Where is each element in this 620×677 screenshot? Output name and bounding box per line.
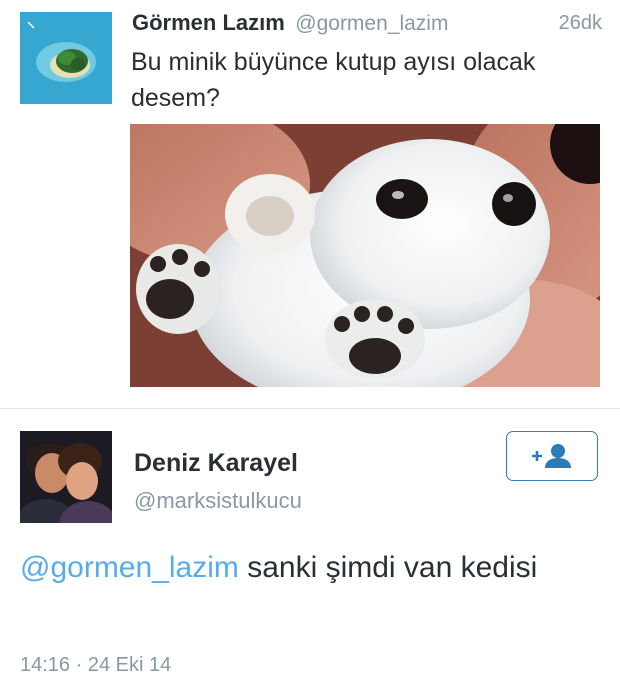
tweet-original: Görmen Lazım @gormen_lazim 26dk Bu minik…	[0, 0, 620, 408]
tweet-text: Bu minik büyünce kutup ayısı olacak dese…	[131, 48, 536, 112]
user-handle[interactable]: @gormen_lazim	[295, 12, 448, 35]
reply-body: sanki şimdi van kedisi	[238, 551, 538, 584]
polar-bear-cub-photo	[130, 124, 600, 387]
add-user-icon	[532, 444, 571, 468]
tweet-photo[interactable]	[130, 124, 600, 387]
island-avatar-image	[20, 12, 112, 104]
tweet-timestamp[interactable]: 14:16 · 24 Eki 14	[20, 654, 171, 677]
profile-avatar-couple[interactable]	[20, 431, 112, 523]
display-name[interactable]: Deniz Karayel	[134, 449, 298, 478]
tweet-time[interactable]: 26dk	[559, 12, 602, 35]
profile-avatar-island[interactable]	[20, 12, 112, 104]
tweet-header: Görmen Lazım @gormen_lazim 26dk	[132, 10, 602, 38]
couple-avatar-image	[20, 431, 112, 523]
display-name[interactable]: Görmen Lazım	[132, 10, 285, 35]
reply-text: @gormen_lazim sanki şimdi van kedisi	[20, 546, 600, 590]
user-handle[interactable]: @marksistulkucu	[134, 488, 302, 514]
tweet-reply: Deniz Karayel @marksistulkucu @gormen_la…	[0, 409, 620, 676]
follow-button[interactable]	[506, 431, 598, 481]
mention-link[interactable]: @gormen_lazim	[20, 551, 239, 584]
